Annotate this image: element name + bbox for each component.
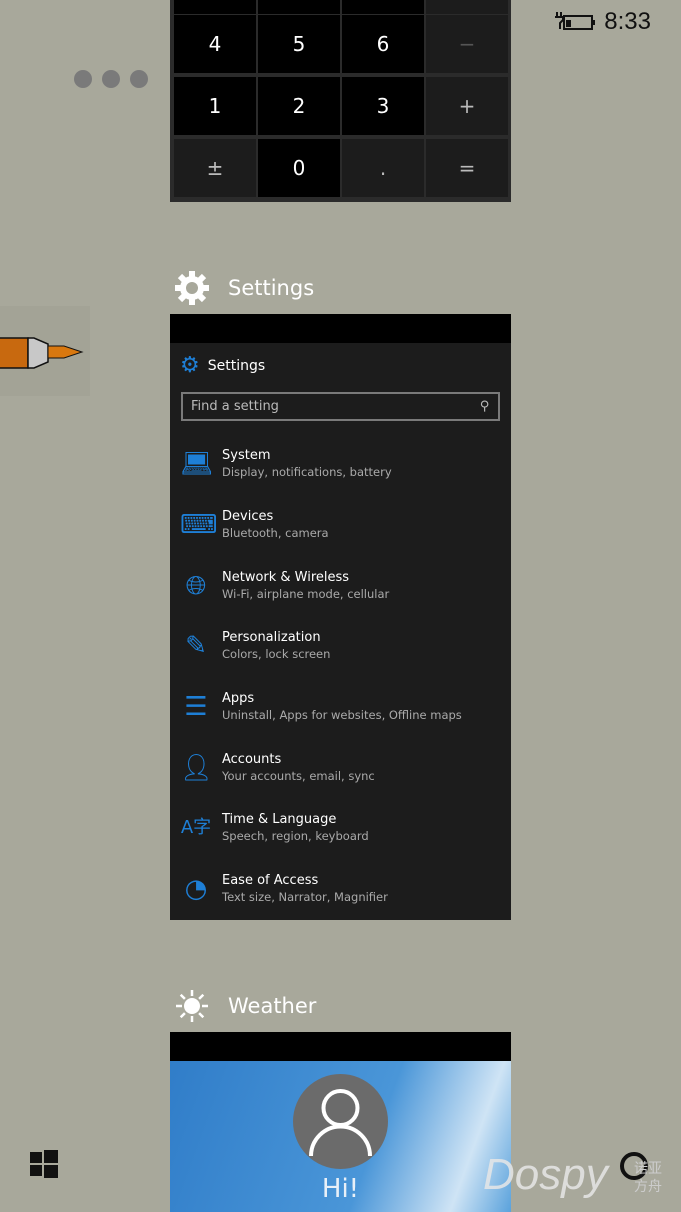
calc-key-1: 1 <box>174 77 256 135</box>
calc-key-minus: − <box>426 15 508 73</box>
item-subtitle: Uninstall, Apps for websites, Offline ma… <box>222 708 462 722</box>
personalization-icon: ✎ <box>185 631 207 661</box>
calc-key <box>426 0 508 14</box>
laptop-icon: 💻︎ <box>180 449 214 479</box>
person-icon <box>309 1089 372 1157</box>
calc-key-equals: = <box>426 139 508 197</box>
calc-key-decimal: . <box>342 139 424 197</box>
preview-status-bar <box>170 1032 511 1061</box>
pen-button[interactable] <box>0 306 90 396</box>
settings-item-system[interactable]: 💻︎ System Display, notifications, battery <box>180 448 392 480</box>
ease-of-access-icon: ◔ <box>184 874 208 904</box>
time-language-icon: A字 <box>180 817 212 838</box>
settings-item-devices[interactable]: ⌨ Devices Bluetooth, camera <box>180 509 329 541</box>
item-title: Ease of Access <box>222 873 319 888</box>
item-subtitle: Wi-Fi, airplane mode, cellular <box>222 587 390 601</box>
start-button[interactable] <box>30 1150 58 1182</box>
item-title: Devices <box>222 509 274 524</box>
calc-key-negate: ± <box>174 139 256 197</box>
globe-icon: 🌐︎ <box>185 571 207 601</box>
item-title: System <box>222 448 271 463</box>
devices-icon: ⌨ <box>180 510 218 540</box>
item-title: Time & Language <box>222 812 337 827</box>
watermark-logo: Dospy <box>483 1150 608 1199</box>
greeting: Hi! <box>321 1174 360 1204</box>
calc-key <box>258 0 340 14</box>
settings-item-ease-of-access[interactable]: ◔ Ease of Access Text size, Narrator, Magn… <box>180 873 388 905</box>
search-input[interactable]: Find a setting ⚲ <box>181 392 500 421</box>
settings-item-time-language[interactable]: A字 Time & Language Speech, region, keyboar… <box>180 812 369 844</box>
settings-app-preview[interactable]: ⚙ Settings Find a setting ⚲ 💻︎ System Disp… <box>170 314 511 920</box>
app-label: Weather <box>228 994 317 1018</box>
calc-key-plus: + <box>426 77 508 135</box>
settings-title: ⚙ Settings <box>170 343 511 388</box>
calc-key <box>342 0 424 14</box>
watermark-logo-cn: 诺亚 方舟 <box>634 1161 662 1195</box>
calc-key-5: 5 <box>258 15 340 73</box>
battery-charging-icon <box>555 12 596 30</box>
gear-icon: ⚙ <box>180 353 200 378</box>
item-title: Personalization <box>222 630 321 645</box>
app-label: Settings <box>228 276 315 300</box>
item-title: Apps <box>222 691 255 706</box>
item-subtitle: Speech, region, keyboard <box>222 829 369 843</box>
page-title: Settings <box>207 357 266 374</box>
calc-key <box>174 0 256 14</box>
calc-key-3: 3 <box>342 77 424 135</box>
item-subtitle: Display, notifications, battery <box>222 465 392 479</box>
settings-item-network[interactable]: 🌐︎ Network & Wireless Wi-Fi, airplane mode… <box>180 570 390 602</box>
calc-key-0: 0 <box>258 139 340 197</box>
settings-app-header[interactable]: Settings <box>174 270 314 306</box>
apps-list-icon: ☰ <box>184 692 208 722</box>
weather-app-header[interactable]: Weather <box>174 988 316 1024</box>
avatar <box>293 1074 388 1169</box>
person-icon: 👤︎ <box>180 753 214 783</box>
clock: 8:33 <box>604 8 651 35</box>
search-placeholder: Find a setting <box>191 399 279 414</box>
sun-icon <box>176 990 208 1022</box>
weather-app-preview[interactable]: Hi! <box>170 1032 511 1212</box>
item-subtitle: Your accounts, email, sync <box>222 769 375 783</box>
item-title: Accounts <box>222 752 282 767</box>
gear-icon <box>175 271 209 305</box>
windows-logo-icon <box>30 1150 58 1178</box>
item-subtitle: Text size, Narrator, Magnifier <box>222 890 388 904</box>
calc-key-4: 4 <box>174 15 256 73</box>
item-title: Network & Wireless <box>222 570 350 585</box>
pen-icon <box>0 337 84 369</box>
calc-key-6: 6 <box>342 15 424 73</box>
calculator-app-preview[interactable]: 4 5 6 − 1 2 3 + ± 0 . = <box>170 0 511 202</box>
settings-item-accounts[interactable]: 👤︎ Accounts Your accounts, email, sync <box>180 752 375 784</box>
item-subtitle: Colors, lock screen <box>222 647 331 661</box>
status-bar: 8:33 <box>554 8 651 36</box>
calc-key-2: 2 <box>258 77 340 135</box>
item-subtitle: Bluetooth, camera <box>222 526 329 540</box>
preview-status-bar <box>170 314 511 343</box>
more-options-button[interactable] <box>74 70 148 88</box>
settings-item-personalization[interactable]: ✎ Personalization Colors, lock screen <box>180 630 330 662</box>
settings-item-apps[interactable]: ☰ Apps Uninstall, Apps for websites, Offli… <box>180 691 462 723</box>
search-icon: ⚲ <box>480 399 490 414</box>
